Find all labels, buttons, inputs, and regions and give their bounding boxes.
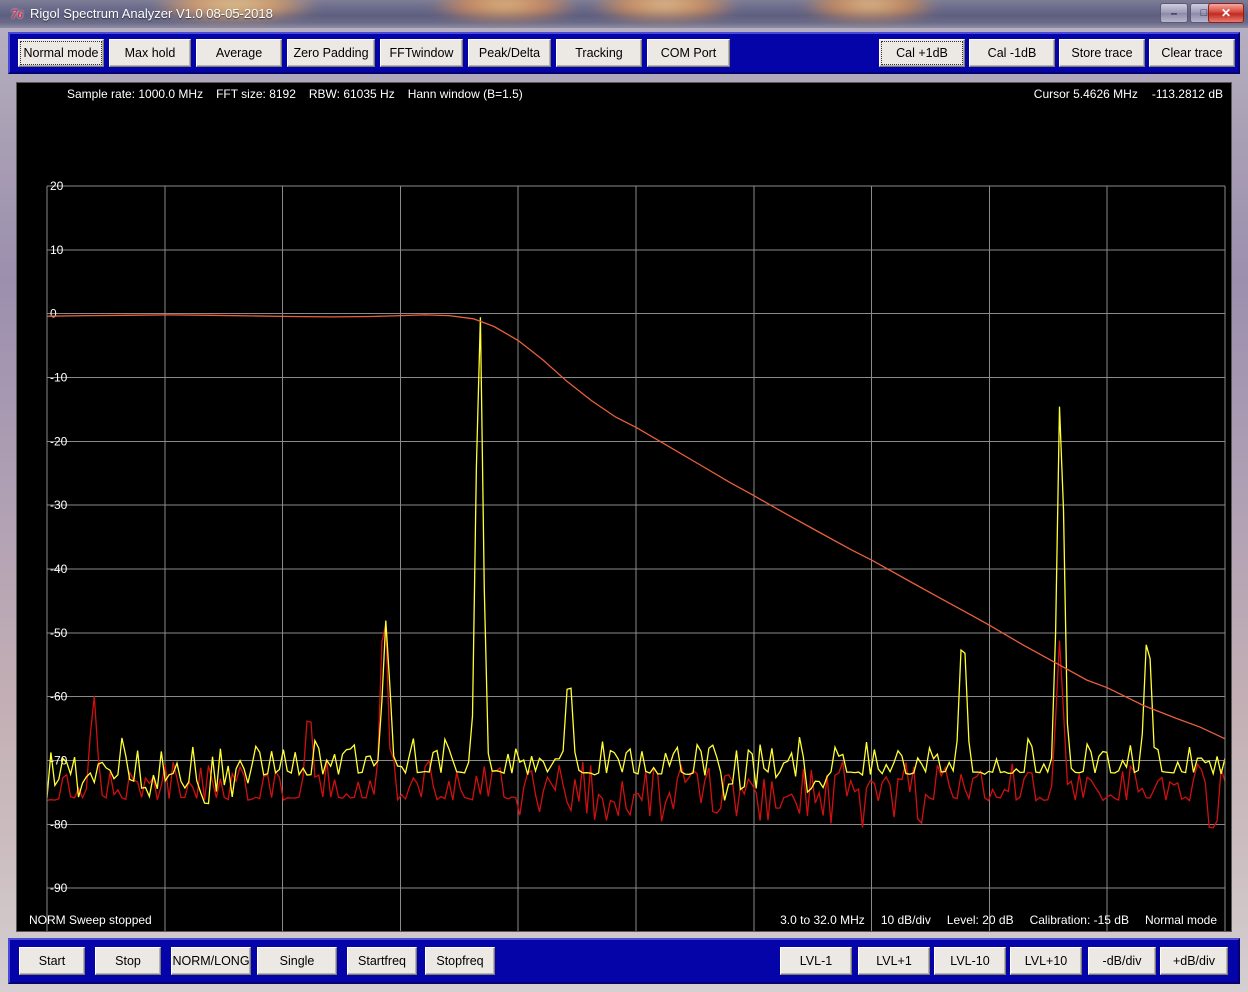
button-label: Store trace [1071, 46, 1133, 60]
toolbar-button-cal-1db[interactable]: Cal +1dB [879, 39, 965, 67]
y-tick-label: -90 [50, 881, 68, 895]
bottom-button-startfreq[interactable]: Startfreq [347, 947, 417, 975]
titlebar-gloss-3 [590, 0, 740, 22]
bottom-button-start[interactable]: Start [19, 947, 85, 975]
bottom-button-stop[interactable]: Stop [95, 947, 161, 975]
titlebar-gloss-4 [800, 0, 940, 22]
spectrum-display[interactable]: Sample rate: 1000.0 MHz FFT size: 8192 RBW… [16, 82, 1232, 932]
toolbar-button-normal-mode[interactable]: Normal mode [18, 39, 104, 67]
button-label: Tracking [575, 46, 623, 60]
top-toolbar: Normal mode Max hold Average Zero Padding FF… [8, 32, 1240, 74]
y-tick-label: -80 [50, 817, 68, 831]
bottom-button-db-div[interactable]: +dB/div [1160, 947, 1228, 975]
y-tick-label: -40 [50, 562, 68, 576]
bottom-button-single[interactable]: Single [257, 947, 337, 975]
plot-canvas: 20100-10-20-30-40-50-60-70-80-90-1003.0M… [17, 83, 1231, 931]
toolbar-button-max-hold[interactable]: Max hold [109, 39, 191, 67]
rigol-logo-icon: 76 [11, 6, 23, 21]
button-label: -dB/div [1102, 954, 1142, 968]
button-label: NORM/LONG [172, 954, 250, 968]
y-tick-label: -60 [50, 690, 68, 704]
window-title: Rigol Spectrum Analyzer V1.0 08-05-2018 [30, 6, 273, 21]
bottom-button-db-div[interactable]: -dB/div [1088, 947, 1156, 975]
button-label: LVL+1 [876, 954, 912, 968]
minimize-button[interactable]: – [1160, 3, 1188, 23]
footer-item-3: Calibration: -15 dB [1029, 913, 1129, 927]
spectrum-plot: 20100-10-20-30-40-50-60-70-80-90-1003.0M… [46, 179, 1226, 931]
toolbar-button-clear-trace[interactable]: Clear trace [1149, 39, 1235, 67]
button-label: Stop [115, 954, 141, 968]
button-label: Clear trace [1161, 46, 1223, 60]
bottom-toolbar: Start Stop NORM/LONG Single Startfreq Stopfre… [8, 938, 1240, 984]
footer-item-1: 10 dB/div [880, 913, 931, 927]
button-label: Max hold [124, 46, 176, 60]
minimize-icon: – [1170, 6, 1178, 20]
sweep-status-text: NORM Sweep stopped [29, 913, 152, 927]
y-tick-label: 0 [50, 307, 57, 321]
button-label: Normal mode [23, 46, 99, 60]
y-tick-label: -30 [50, 498, 68, 512]
button-label: Startfreq [358, 954, 406, 968]
toolbar-button-zero-padding[interactable]: Zero Padding [287, 39, 375, 67]
button-label: Single [279, 954, 315, 968]
button-label: Cal -1dB [987, 46, 1037, 60]
bottom-button-stopfreq[interactable]: Stopfreq [425, 947, 495, 975]
bottom-button-lvl-1[interactable]: LVL+1 [858, 947, 930, 975]
button-label: Start [38, 954, 66, 968]
bottom-button-lvl-10[interactable]: LVL-10 [934, 947, 1006, 975]
button-label: LVL-1 [799, 954, 833, 968]
toolbar-button-peak-delta[interactable]: Peak/Delta [468, 39, 551, 67]
button-label: Stopfreq [436, 954, 484, 968]
button-label: Cal +1dB [896, 46, 948, 60]
button-label: Peak/Delta [478, 46, 541, 60]
display-footer-right: 3.0 to 32.0 MHz 10 dB/div Level: 20 dB Cali… [764, 913, 1217, 927]
y-tick-label: 10 [50, 243, 64, 257]
button-label: COM Port [660, 46, 717, 60]
y-tick-label: -50 [50, 626, 68, 640]
toolbar-button-store-trace[interactable]: Store trace [1059, 39, 1145, 67]
y-tick-label: -10 [50, 371, 68, 385]
bottom-button-lvl-1[interactable]: LVL-1 [780, 947, 852, 975]
button-label: Zero Padding [293, 46, 369, 60]
y-tick-label: 20 [50, 179, 64, 193]
bottom-button-norm-long[interactable]: NORM/LONG [171, 947, 251, 975]
y-axis-labels: 20100-10-20-30-40-50-60-70-80-90-100 [50, 179, 68, 895]
toolbar-button-cal-1db[interactable]: Cal -1dB [969, 39, 1055, 67]
titlebar-gloss-2 [430, 0, 580, 22]
grid-lines [46, 185, 1226, 931]
title-bar[interactable]: 76 Rigol Spectrum Analyzer V1.0 08-05-20… [0, 0, 1248, 28]
bottom-button-lvl-10[interactable]: LVL+10 [1010, 947, 1082, 975]
toolbar-button-fftwindow[interactable]: FFTwindow [380, 39, 463, 67]
footer-item-0: 3.0 to 32.0 MHz [780, 913, 865, 927]
application-window: 76 Rigol Spectrum Analyzer V1.0 08-05-20… [0, 0, 1248, 992]
button-label: LVL-10 [950, 954, 990, 968]
footer-item-2: Level: 20 dB [946, 913, 1014, 927]
close-icon: ✕ [1220, 6, 1232, 20]
y-tick-label: -20 [50, 434, 68, 448]
footer-item-4: Normal mode [1144, 913, 1217, 927]
button-label: FFTwindow [389, 46, 454, 60]
toolbar-button-tracking[interactable]: Tracking [556, 39, 642, 67]
toolbar-button-average[interactable]: Average [196, 39, 282, 67]
toolbar-button-com-port[interactable]: COM Port [647, 39, 730, 67]
button-label: Average [215, 46, 263, 60]
button-label: +dB/div [1172, 954, 1216, 968]
close-button[interactable]: ✕ [1208, 3, 1244, 23]
button-label: LVL+10 [1024, 954, 1068, 968]
